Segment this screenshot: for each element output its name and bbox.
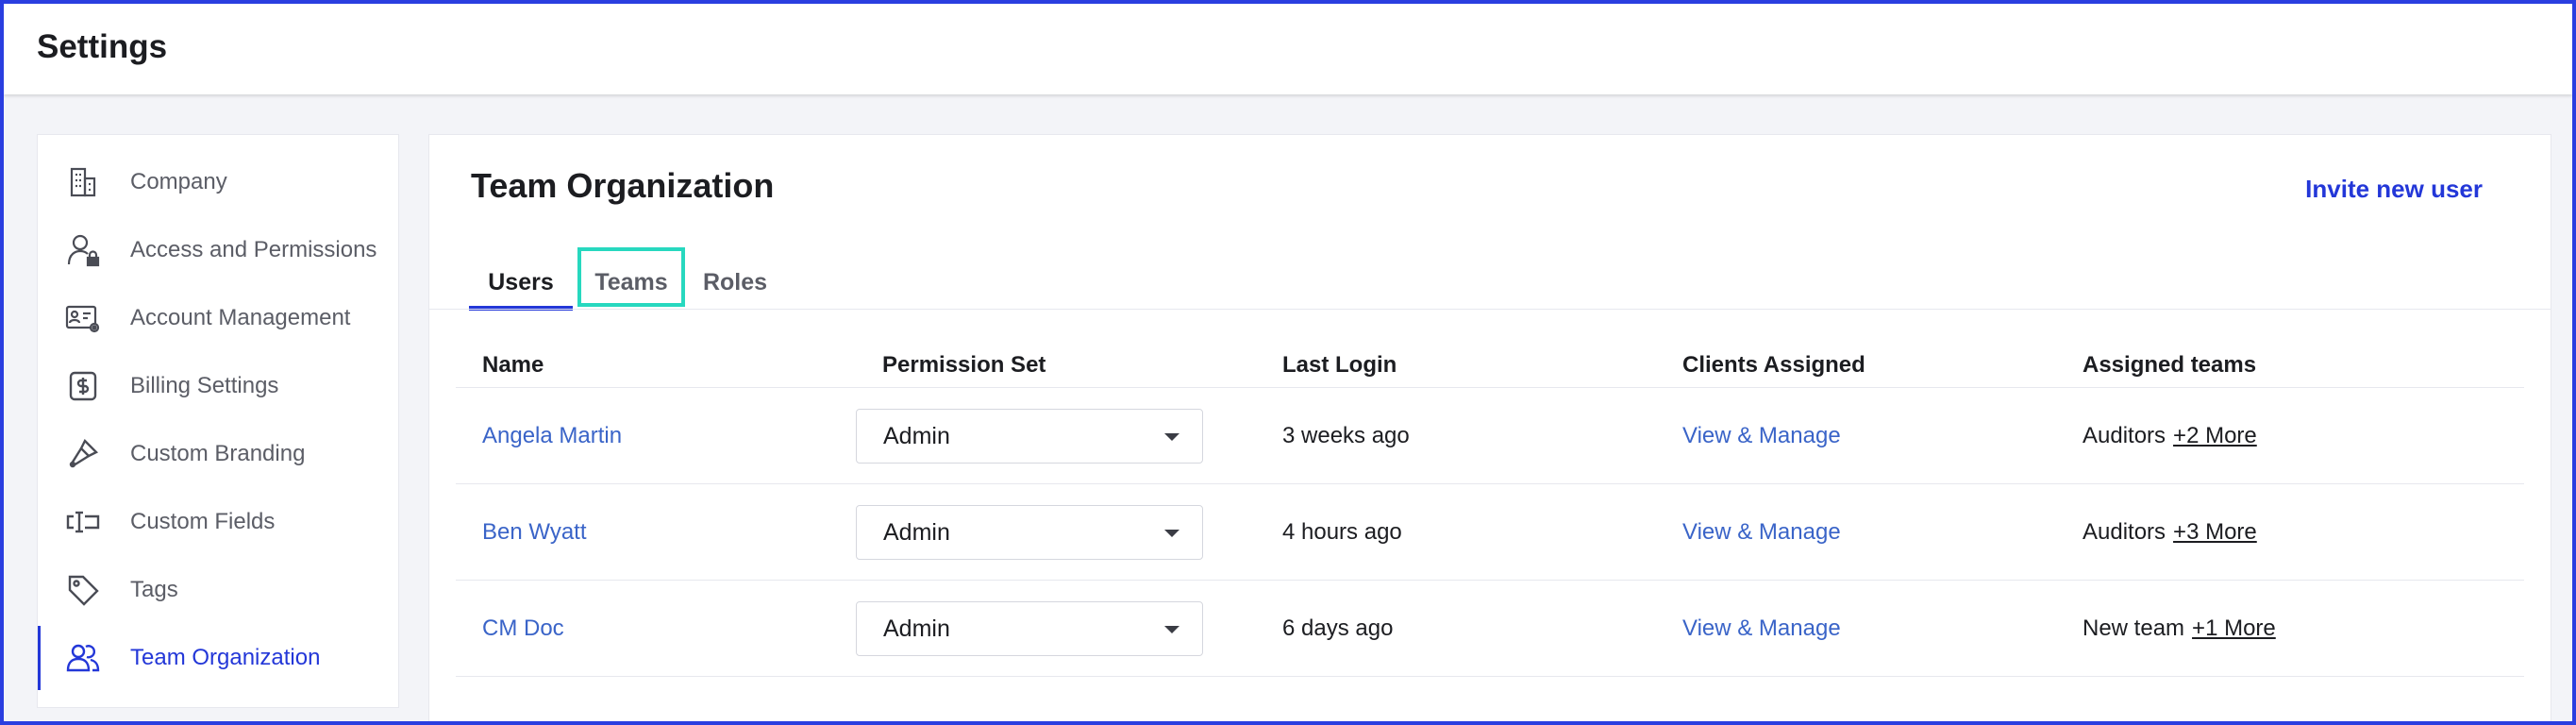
last-login-value: 6 days ago <box>1282 615 1394 641</box>
section-title: Team Organization <box>471 166 775 205</box>
sidebar-item-label: Access and Permissions <box>130 237 377 262</box>
sidebar-item-team-organization[interactable]: Team Organization <box>38 626 398 690</box>
tabs-divider <box>429 309 2551 310</box>
permission-set-value: Admin <box>883 422 950 449</box>
column-header-assigned-teams: Assigned teams <box>2083 352 2257 378</box>
paint-brush-icon <box>62 433 104 475</box>
permission-set-select[interactable]: Admin <box>856 505 1203 560</box>
table-header: Name Permission Set Last Login Clients A… <box>456 346 2524 388</box>
user-name-link[interactable]: CM Doc <box>482 581 564 676</box>
top-bar: Settings <box>4 4 2572 94</box>
team-users-icon <box>62 637 104 679</box>
sidebar-item-company[interactable]: Company <box>38 154 398 211</box>
sidebar-item-label: Tags <box>130 577 178 602</box>
sidebar-item-label: Account Management <box>130 305 351 330</box>
sidebar-item-label: Custom Branding <box>130 441 306 466</box>
user-name-link[interactable]: Ben Wyatt <box>482 484 587 580</box>
table-row: CM Doc Admin 6 days ago View & Manage Ne… <box>456 581 2524 677</box>
sidebar-item-label: Company <box>130 169 227 194</box>
more-teams-link[interactable]: +2 More <box>2173 423 2257 449</box>
sidebar-item-account-management[interactable]: Account Management <box>38 290 398 346</box>
tab-users[interactable]: Users <box>469 256 573 311</box>
permission-set-value: Admin <box>883 615 950 642</box>
assigned-teams-cell: Auditors +3 More <box>2083 484 2257 580</box>
column-header-clients-assigned: Clients Assigned <box>1682 352 1865 378</box>
assigned-team-name: Auditors <box>2083 518 2166 545</box>
permission-set-select[interactable]: Admin <box>856 409 1203 464</box>
sidebar-item-custom-fields[interactable]: Custom Fields <box>38 494 398 550</box>
caret-down-icon <box>1164 626 1179 633</box>
sidebar-item-access-and-permissions[interactable]: Access and Permissions <box>38 222 398 278</box>
page-title: Settings <box>37 28 168 65</box>
caret-down-icon <box>1164 530 1179 537</box>
sidebar-item-custom-branding[interactable]: Custom Branding <box>38 426 398 482</box>
column-header-name: Name <box>482 352 544 378</box>
assigned-team-name: New team <box>2083 615 2185 641</box>
main-panel: Team Organization Invite new user Users … <box>428 134 2551 725</box>
table-row: Ben Wyatt Admin 4 hours ago View & Manag… <box>456 484 2524 581</box>
sidebar-item-label: Billing Settings <box>130 373 279 398</box>
table-row: Angela Martin Admin 3 weeks ago View & M… <box>456 388 2524 484</box>
sidebar-item-tags[interactable]: Tags <box>38 562 398 618</box>
view-manage-clients-link[interactable]: View & Manage <box>1682 484 1841 580</box>
invite-new-user-link[interactable]: Invite new user <box>2305 175 2483 204</box>
building-icon <box>62 161 104 203</box>
tab-teams[interactable]: Teams <box>580 256 682 309</box>
last-login-value: 4 hours ago <box>1282 518 1402 545</box>
view-manage-clients-link[interactable]: View & Manage <box>1682 388 1841 483</box>
tab-roles[interactable]: Roles <box>690 256 780 309</box>
permission-set-value: Admin <box>883 518 950 546</box>
id-card-gear-icon <box>62 297 104 339</box>
sidebar-item-billing-settings[interactable]: Billing Settings <box>38 358 398 414</box>
text-field-icon <box>62 501 104 543</box>
last-login-value: 3 weeks ago <box>1282 422 1410 448</box>
assigned-team-name: Auditors <box>2083 422 2166 448</box>
more-teams-link[interactable]: +1 More <box>2192 615 2276 642</box>
sidebar-item-label: Team Organization <box>130 645 321 670</box>
column-header-permission-set: Permission Set <box>882 352 1046 378</box>
more-teams-link[interactable]: +3 More <box>2173 519 2257 546</box>
settings-sidebar: Company Access and Permissions Account M… <box>37 134 399 708</box>
column-header-last-login: Last Login <box>1282 352 1397 378</box>
caret-down-icon <box>1164 433 1179 441</box>
tag-icon <box>62 569 104 611</box>
assigned-teams-cell: Auditors +2 More <box>2083 388 2257 483</box>
assigned-teams-cell: New team +1 More <box>2083 581 2276 676</box>
view-manage-clients-link[interactable]: View & Manage <box>1682 581 1841 676</box>
permission-set-select[interactable]: Admin <box>856 601 1203 656</box>
user-lock-icon <box>62 229 104 271</box>
sidebar-item-label: Custom Fields <box>130 509 276 534</box>
user-name-link[interactable]: Angela Martin <box>482 388 622 483</box>
dollar-badge-icon <box>62 365 104 407</box>
